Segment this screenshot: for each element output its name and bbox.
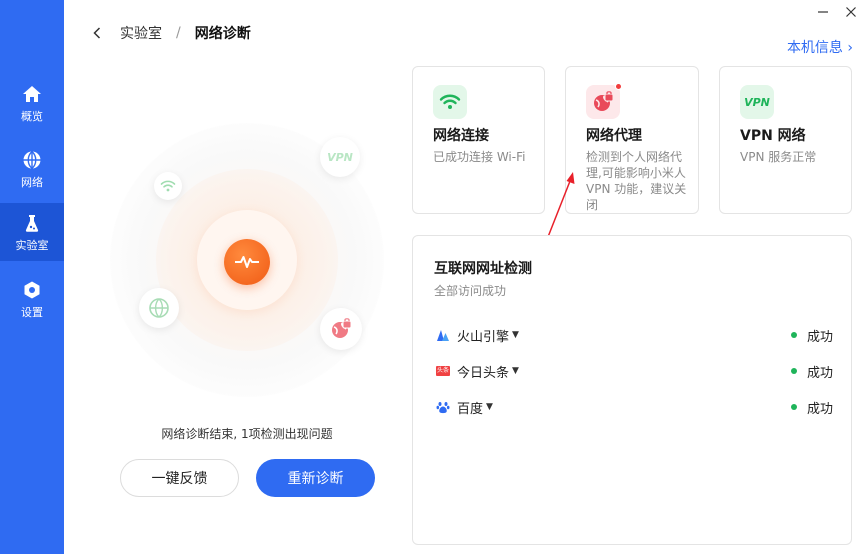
card-desc: VPN 服务正常 <box>740 150 817 164</box>
app-window: 概览 网络 实验室 设置 实验室 / 网络诊断 本机信息 › VPN 网络诊断结… <box>0 0 867 554</box>
settings-icon <box>21 279 43 301</box>
close-button[interactable] <box>840 2 862 22</box>
caret-down-icon[interactable]: ▼ <box>512 366 519 376</box>
site-name[interactable]: 今日头条 <box>457 362 509 381</box>
sidebar-item-label: 网络 <box>21 175 43 189</box>
page-title: 网络诊断 <box>194 26 251 42</box>
minimize-button[interactable] <box>812 2 834 22</box>
rediagnose-button[interactable]: 重新诊断 <box>256 459 375 497</box>
diagnosis-status-button <box>224 239 270 285</box>
diagnosis-result-text: 网络诊断结束, 1项检测出现问题 <box>161 427 333 441</box>
site-test-panel: 互联网网址检测 全部访问成功 火山引擎 ▼ 成功 头条 今日头条 ▼ 成功 百度… <box>412 235 852 545</box>
vpn-icon: VPN <box>740 85 774 119</box>
globe-icon <box>149 298 169 318</box>
vpn-icon: VPN <box>327 150 353 164</box>
site-row-baidu: 百度 ▼ 成功 <box>435 397 833 417</box>
globe-icon <box>21 149 43 171</box>
vpn-icon-text: VPN <box>744 95 770 109</box>
back-button[interactable] <box>92 25 108 41</box>
card-title: VPN 网络 <box>740 128 806 144</box>
site-test-subtitle: 全部访问成功 <box>434 284 507 298</box>
site-status: 成功 <box>790 398 833 417</box>
site-status-text: 成功 <box>806 329 833 345</box>
orbit-vpn: VPN <box>320 137 360 177</box>
site-status: 成功 <box>790 326 833 345</box>
orbit-proxy <box>320 308 362 350</box>
card-desc: 已成功连接 Wi-Fi <box>433 150 526 164</box>
site-status-text: 成功 <box>806 401 833 417</box>
proxy-globe-icon <box>586 83 622 119</box>
orbit-wifi <box>154 172 182 200</box>
caret-down-icon[interactable]: ▼ <box>512 330 519 340</box>
orbit-globe <box>139 288 179 328</box>
sidebar-item-label: 实验室 <box>15 238 49 252</box>
sidebar-item-lab[interactable]: 实验室 <box>0 203 64 261</box>
toutiao-icon: 头条 <box>435 363 451 379</box>
breadcrumb: 实验室 / 网络诊断 <box>92 22 251 44</box>
wifi-icon <box>160 180 176 192</box>
site-status: 成功 <box>790 362 833 381</box>
home-icon <box>21 83 43 105</box>
success-dot <box>790 332 797 338</box>
baidu-paw-icon <box>435 399 451 415</box>
toutiao-icon-text: 头条 <box>435 366 450 376</box>
site-status-text: 成功 <box>806 365 833 381</box>
feedback-button[interactable]: 一键反馈 <box>120 459 239 497</box>
site-test-title: 互联网网址检测 <box>434 261 532 277</box>
pulse-icon <box>235 256 259 268</box>
sidebar-item-network[interactable]: 网络 <box>0 140 64 198</box>
card-desc: 检测到个人网络代理,可能影响小米人VPN 功能，建议关闭 <box>586 150 687 212</box>
card-title: 网络连接 <box>433 128 489 144</box>
minimize-icon <box>818 11 828 13</box>
breadcrumb-parent[interactable]: 实验室 <box>120 23 162 43</box>
site-row-toutiao: 头条 今日头条 ▼ 成功 <box>435 361 833 381</box>
success-dot <box>790 368 797 374</box>
close-icon <box>846 7 856 17</box>
flask-icon <box>21 212 43 234</box>
sidebar-item-settings[interactable]: 设置 <box>0 270 64 328</box>
card-title: 网络代理 <box>586 128 642 144</box>
wifi-icon <box>433 85 467 119</box>
site-name[interactable]: 百度 <box>457 398 483 417</box>
card-vpn-network[interactable]: VPN VPN 网络 VPN 服务正常 <box>719 66 852 214</box>
sidebar-item-overview[interactable]: 概览 <box>0 74 64 132</box>
sidebar-item-label: 概览 <box>21 109 43 123</box>
site-name[interactable]: 火山引擎 <box>457 326 509 345</box>
card-network-proxy[interactable]: 网络代理 检测到个人网络代理,可能影响小米人VPN 功能，建议关闭 <box>565 66 699 214</box>
machine-info-link[interactable]: 本机信息 › <box>787 37 853 57</box>
proxy-globe-icon <box>332 318 352 338</box>
caret-down-icon[interactable]: ▼ <box>486 402 493 412</box>
volcano-icon <box>435 327 451 343</box>
chevron-left-icon <box>93 27 101 39</box>
card-network-connection[interactable]: 网络连接 已成功连接 Wi-Fi <box>412 66 545 214</box>
success-dot <box>790 404 797 410</box>
breadcrumb-separator: / <box>176 25 181 41</box>
sidebar: 概览 网络 实验室 设置 <box>0 0 64 554</box>
site-row-volcano: 火山引擎 ▼ 成功 <box>435 325 833 345</box>
sidebar-item-label: 设置 <box>21 305 43 319</box>
warning-badge <box>615 83 622 90</box>
